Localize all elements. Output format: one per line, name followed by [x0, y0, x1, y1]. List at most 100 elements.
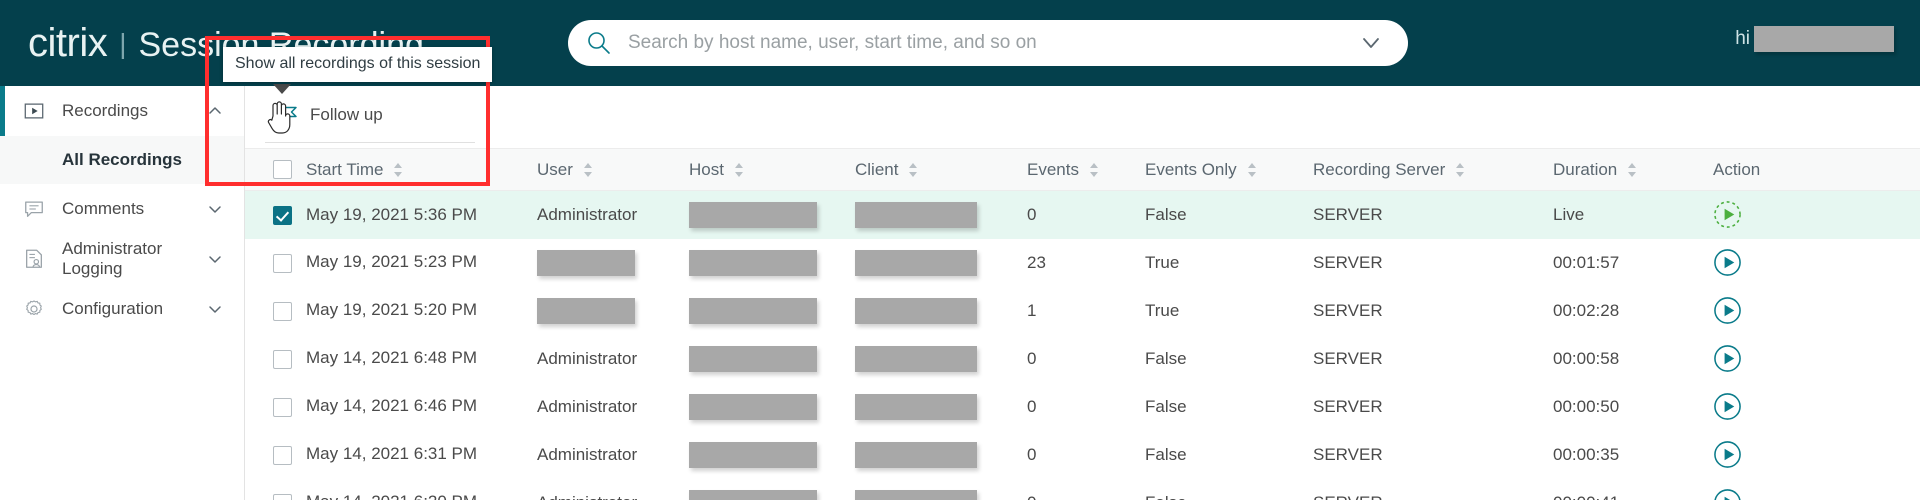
cell-duration: 00:00:58: [1553, 335, 1713, 383]
cell-host: [689, 287, 855, 335]
table-row[interactable]: May 19, 2021 5:20 PM1TrueSERVER00:02:28: [245, 287, 1920, 335]
cell-action: [1713, 383, 1920, 431]
table-row[interactable]: May 19, 2021 5:23 PM23TrueSERVER00:01:57: [245, 239, 1920, 287]
column-header-duration[interactable]: Duration: [1553, 149, 1713, 191]
chevron-down-icon[interactable]: [1354, 26, 1388, 60]
cell-duration: 00:00:41: [1553, 479, 1713, 500]
column-header-events[interactable]: Events: [1027, 149, 1145, 191]
play-button[interactable]: [1713, 488, 1742, 500]
row-checkbox[interactable]: [273, 350, 292, 369]
search-bar[interactable]: [568, 20, 1408, 66]
row-checkbox[interactable]: [273, 206, 292, 225]
play-button[interactable]: [1713, 392, 1742, 421]
redacted-host: [689, 346, 817, 372]
cell-start-time[interactable]: May 14, 2021 6:46 PM: [245, 383, 537, 431]
column-header-recording-server[interactable]: Recording Server: [1313, 149, 1553, 191]
sidebar-item-administrator-logging[interactable]: Administrator Logging: [0, 234, 244, 284]
redacted-client: [855, 346, 977, 372]
redacted-client: [855, 394, 977, 420]
table-row[interactable]: May 14, 2021 6:31 PMAdministrator0FalseS…: [245, 431, 1920, 479]
redacted-client: [855, 250, 977, 276]
search-input[interactable]: [626, 31, 1354, 55]
cell-host: [689, 239, 855, 287]
chevron-up-icon[interactable]: [206, 102, 224, 120]
play-box-icon: [22, 99, 46, 123]
cell-recording-server: SERVER: [1313, 479, 1553, 500]
sort-icon[interactable]: [582, 161, 594, 179]
sort-icon[interactable]: [733, 161, 745, 179]
column-header-client[interactable]: Client: [855, 149, 1027, 191]
redacted-host: [689, 298, 817, 324]
sidebar-item-all-recordings[interactable]: All Recordings: [0, 136, 244, 184]
sort-icon[interactable]: [907, 161, 919, 179]
start-time-text: May 14, 2021 6:48 PM: [306, 348, 477, 367]
play-button[interactable]: [1713, 248, 1742, 277]
follow-up-button[interactable]: Follow up: [278, 104, 383, 126]
cell-action: [1713, 239, 1920, 287]
play-button[interactable]: [1713, 440, 1742, 469]
sidebar-item-label: Configuration: [62, 299, 206, 319]
play-button[interactable]: [1713, 296, 1742, 325]
redacted-client: [855, 202, 977, 228]
table-row[interactable]: May 14, 2021 6:20 PMAdministrator0FalseS…: [245, 479, 1920, 500]
cell-client: [855, 191, 1027, 239]
main-content: Follow up Start Time: [245, 86, 1920, 500]
sidebar-item-configuration[interactable]: Configuration: [0, 284, 244, 334]
row-checkbox[interactable]: [273, 494, 292, 500]
sidebar-item-comments[interactable]: Comments: [0, 184, 244, 234]
table-row[interactable]: May 19, 2021 5:36 PMAdministrator0FalseS…: [245, 191, 1920, 239]
sidebar-item-recordings[interactable]: Recordings: [0, 86, 244, 136]
select-all-checkbox[interactable]: [273, 160, 292, 179]
sort-icon[interactable]: [392, 161, 404, 179]
chevron-down-icon[interactable]: [206, 250, 224, 268]
redacted-user: [537, 250, 635, 276]
cell-events-only: False: [1145, 479, 1313, 500]
cell-action: [1713, 335, 1920, 383]
start-time-text: May 14, 2021 6:46 PM: [306, 396, 477, 415]
start-time-text: May 14, 2021 6:20 PM: [306, 492, 477, 500]
cell-events: 0: [1027, 479, 1145, 500]
column-header-start-time[interactable]: Start Time: [245, 149, 537, 191]
row-checkbox[interactable]: [273, 446, 292, 465]
chevron-down-icon[interactable]: [206, 300, 224, 318]
play-button[interactable]: [1713, 344, 1742, 373]
column-label: Start Time: [306, 160, 383, 180]
column-header-events-only[interactable]: Events Only: [1145, 149, 1313, 191]
cell-start-time[interactable]: May 19, 2021 5:23 PM: [245, 239, 537, 287]
table-row[interactable]: May 14, 2021 6:48 PMAdministrator0FalseS…: [245, 335, 1920, 383]
cell-start-time[interactable]: May 14, 2021 6:31 PM: [245, 431, 537, 479]
comment-icon: [22, 197, 46, 221]
column-header-user[interactable]: User: [537, 149, 689, 191]
sort-icon[interactable]: [1088, 161, 1100, 179]
row-checkbox[interactable]: [273, 254, 292, 273]
column-label: Events: [1027, 160, 1079, 180]
row-checkbox[interactable]: [273, 302, 292, 321]
user-greeting[interactable]: hi: [1735, 26, 1894, 52]
redacted-client: [855, 298, 977, 324]
cell-start-time[interactable]: May 14, 2021 6:48 PM: [245, 335, 537, 383]
cell-recording-server: SERVER: [1313, 287, 1553, 335]
column-label: Host: [689, 160, 724, 180]
start-time-text: May 19, 2021 5:36 PM: [306, 205, 477, 224]
play-live-button[interactable]: [1713, 200, 1742, 229]
cell-recording-server: SERVER: [1313, 335, 1553, 383]
cell-start-time[interactable]: May 14, 2021 6:20 PM: [245, 479, 537, 500]
sort-icon[interactable]: [1626, 161, 1638, 179]
table-row[interactable]: May 14, 2021 6:46 PMAdministrator0FalseS…: [245, 383, 1920, 431]
column-header-host[interactable]: Host: [689, 149, 855, 191]
cell-start-time[interactable]: May 19, 2021 5:36 PM: [245, 191, 537, 239]
cell-action: [1713, 479, 1920, 500]
cell-events: 0: [1027, 335, 1145, 383]
flag-icon: [278, 104, 300, 126]
gear-icon: [22, 297, 46, 321]
cell-events-only: False: [1145, 335, 1313, 383]
column-header-action: Action: [1713, 149, 1920, 191]
cell-user: Administrator: [537, 397, 637, 416]
cell-start-time[interactable]: May 19, 2021 5:20 PM: [245, 287, 537, 335]
sort-icon[interactable]: [1454, 161, 1466, 179]
cell-client: [855, 287, 1027, 335]
sort-icon[interactable]: [1246, 161, 1258, 179]
row-checkbox[interactable]: [273, 398, 292, 417]
chevron-down-icon[interactable]: [206, 200, 224, 218]
cell-client: [855, 239, 1027, 287]
